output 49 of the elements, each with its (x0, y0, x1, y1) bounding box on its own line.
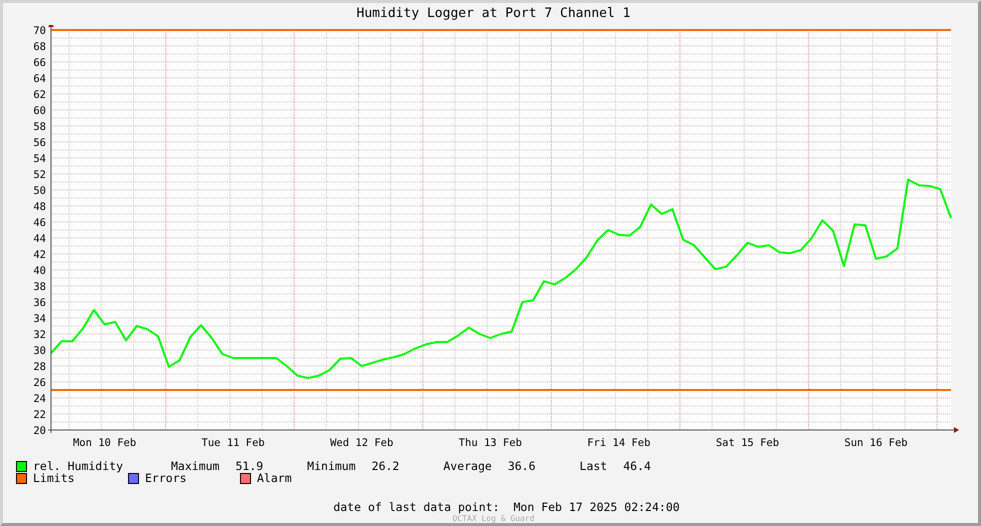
legend-label: Errors (145, 472, 187, 484)
legend-label: Alarm (257, 472, 292, 484)
axis-tick-label: 54 (33, 153, 46, 165)
axis-tick-label: 58 (33, 121, 46, 133)
axis-tick-label: 28 (33, 361, 46, 373)
axis-tick-label: 26 (33, 377, 46, 389)
axis-tick-label: Wed 12 Feb (330, 437, 394, 449)
axis-tick-label: 38 (33, 281, 46, 293)
legend-label: Limits (33, 472, 75, 484)
axis-tick-label: 42 (33, 249, 46, 261)
axis-tick-label: Mon 10 Feb (72, 437, 136, 449)
stat-value: 46.4 (623, 460, 651, 472)
last-data-value: Mon Feb 17 2025 02:24:00 (514, 500, 680, 514)
axis-tick-label: 50 (33, 185, 46, 197)
axis-tick-label: 70 (33, 25, 46, 37)
axis-tick-label: 22 (33, 409, 46, 421)
stat-value: 26.2 (372, 460, 400, 472)
axis-tick-label: 44 (33, 233, 46, 245)
axis-tick-label: 52 (33, 169, 46, 181)
stat-label: Minimum (307, 460, 356, 472)
axis-tick-label: 46 (33, 217, 46, 229)
stat-label: Maximum (171, 460, 220, 472)
axis-tick-label: 62 (33, 89, 46, 101)
axis-tick-label: 34 (33, 313, 46, 325)
axis-tick-label: 40 (33, 265, 46, 277)
stat-label: Average (443, 460, 492, 472)
axis-tick-label: 66 (33, 57, 46, 69)
stat-value: 51.9 (235, 460, 264, 472)
axis-tick-label: 24 (33, 393, 46, 405)
axis-tick-label: 36 (33, 297, 46, 309)
axis-tick-label: 48 (33, 201, 46, 213)
stat-value: 36.6 (508, 460, 536, 472)
axis-tick-label: Sun 16 Feb (844, 437, 908, 449)
axis-tick-label: Thu 13 Feb (458, 437, 522, 449)
credit-text: OCTAX Log & Guard (452, 514, 534, 523)
axis-tick-label: 68 (33, 41, 46, 53)
axis-tick-label: 20 (33, 425, 46, 437)
axis-tick-label: 32 (33, 329, 46, 341)
axis-tick-label: 60 (33, 105, 46, 117)
axis-tick-label: 56 (33, 137, 46, 149)
stat-label: Last (580, 460, 608, 472)
axis-tick-label: Sat 15 Feb (716, 437, 780, 449)
axis-tick-label: Fri 14 Feb (587, 437, 650, 449)
last-data-label: date of last data point: (333, 500, 500, 514)
axis-tick-label: 64 (33, 73, 46, 85)
legend-label: rel. Humidity (33, 460, 124, 472)
axis-tick-label: Tue 11 Feb (202, 437, 265, 449)
axis-tick-label: 30 (33, 345, 46, 357)
chart-title: Humidity Logger at Port 7 Channel 1 (356, 5, 630, 23)
